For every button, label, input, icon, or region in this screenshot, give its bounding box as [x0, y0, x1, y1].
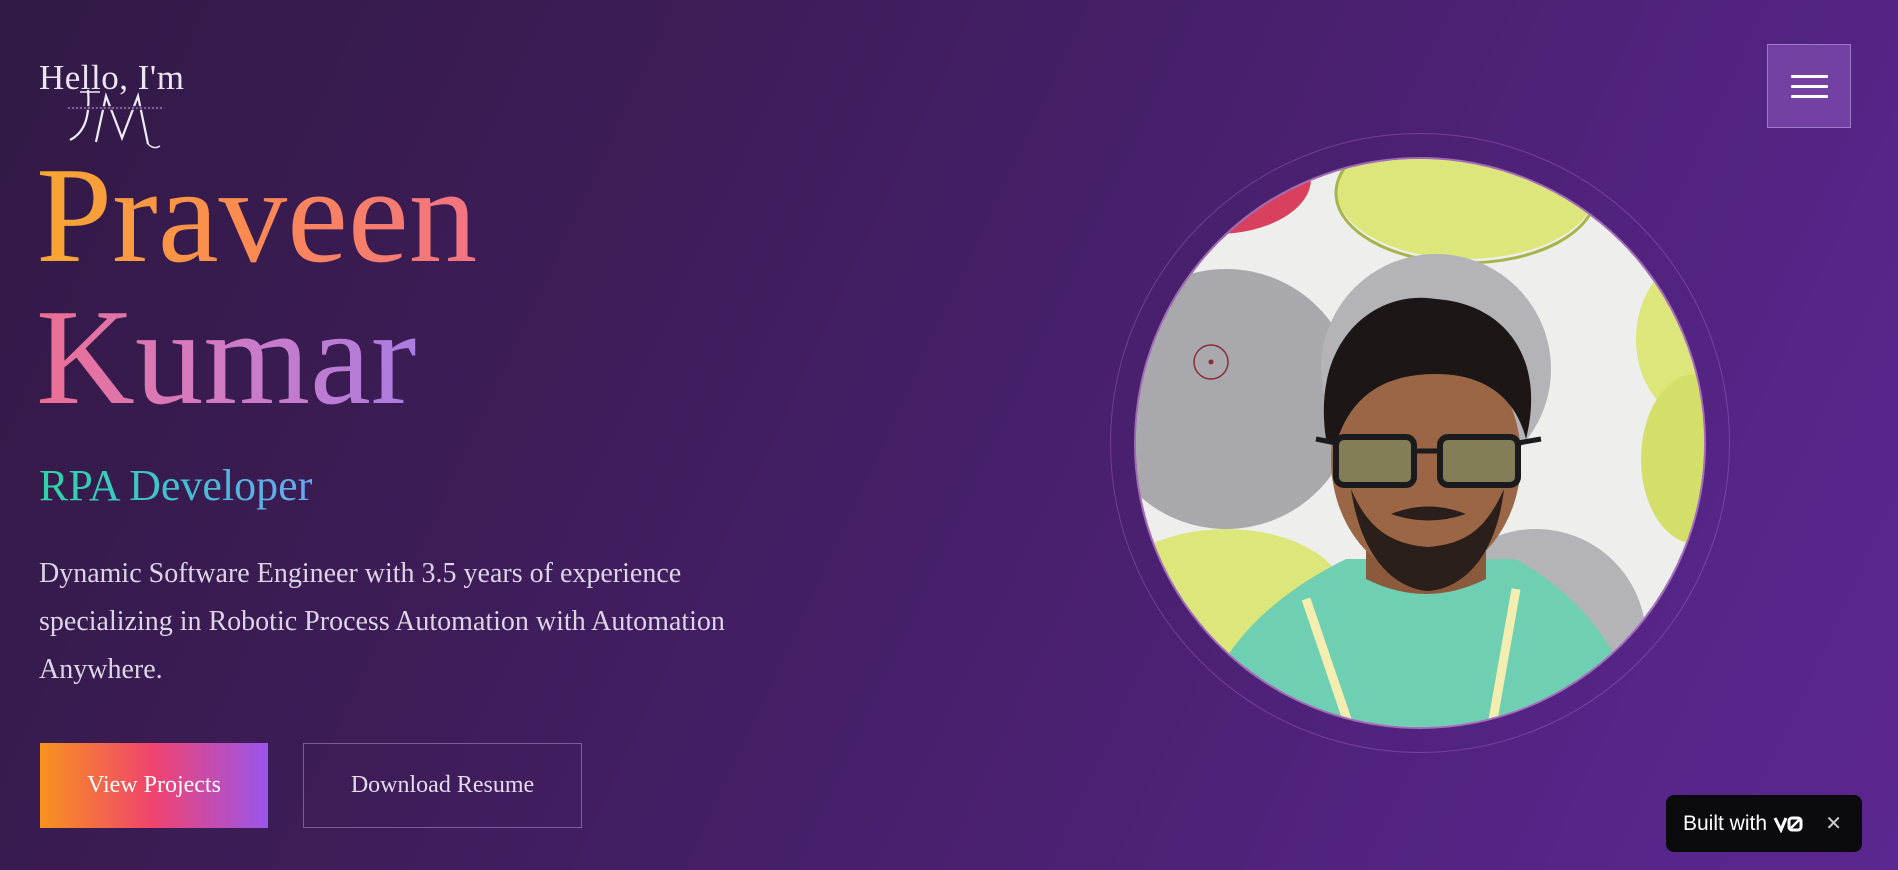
download-resume-button[interactable]: Download Resume — [303, 743, 582, 828]
hero-description: Dynamic Software Engineer with 3.5 years… — [39, 558, 725, 685]
last-name: Kumar — [36, 286, 446, 428]
first-name: Praveen — [36, 144, 506, 286]
profile-photo — [1134, 157, 1706, 729]
v0-logo-icon — [1773, 816, 1803, 833]
view-projects-button[interactable]: View Projects — [40, 743, 268, 828]
hamburger-menu-icon[interactable] — [1767, 44, 1851, 128]
close-icon[interactable]: ✕ — [1825, 811, 1842, 836]
badge-label: Built with — [1683, 811, 1768, 835]
role-title: RPA Developer — [39, 461, 313, 510]
built-with-badge[interactable]: Built with ✕ — [1666, 795, 1862, 852]
hero-name: Praveen Kumar — [36, 144, 506, 428]
